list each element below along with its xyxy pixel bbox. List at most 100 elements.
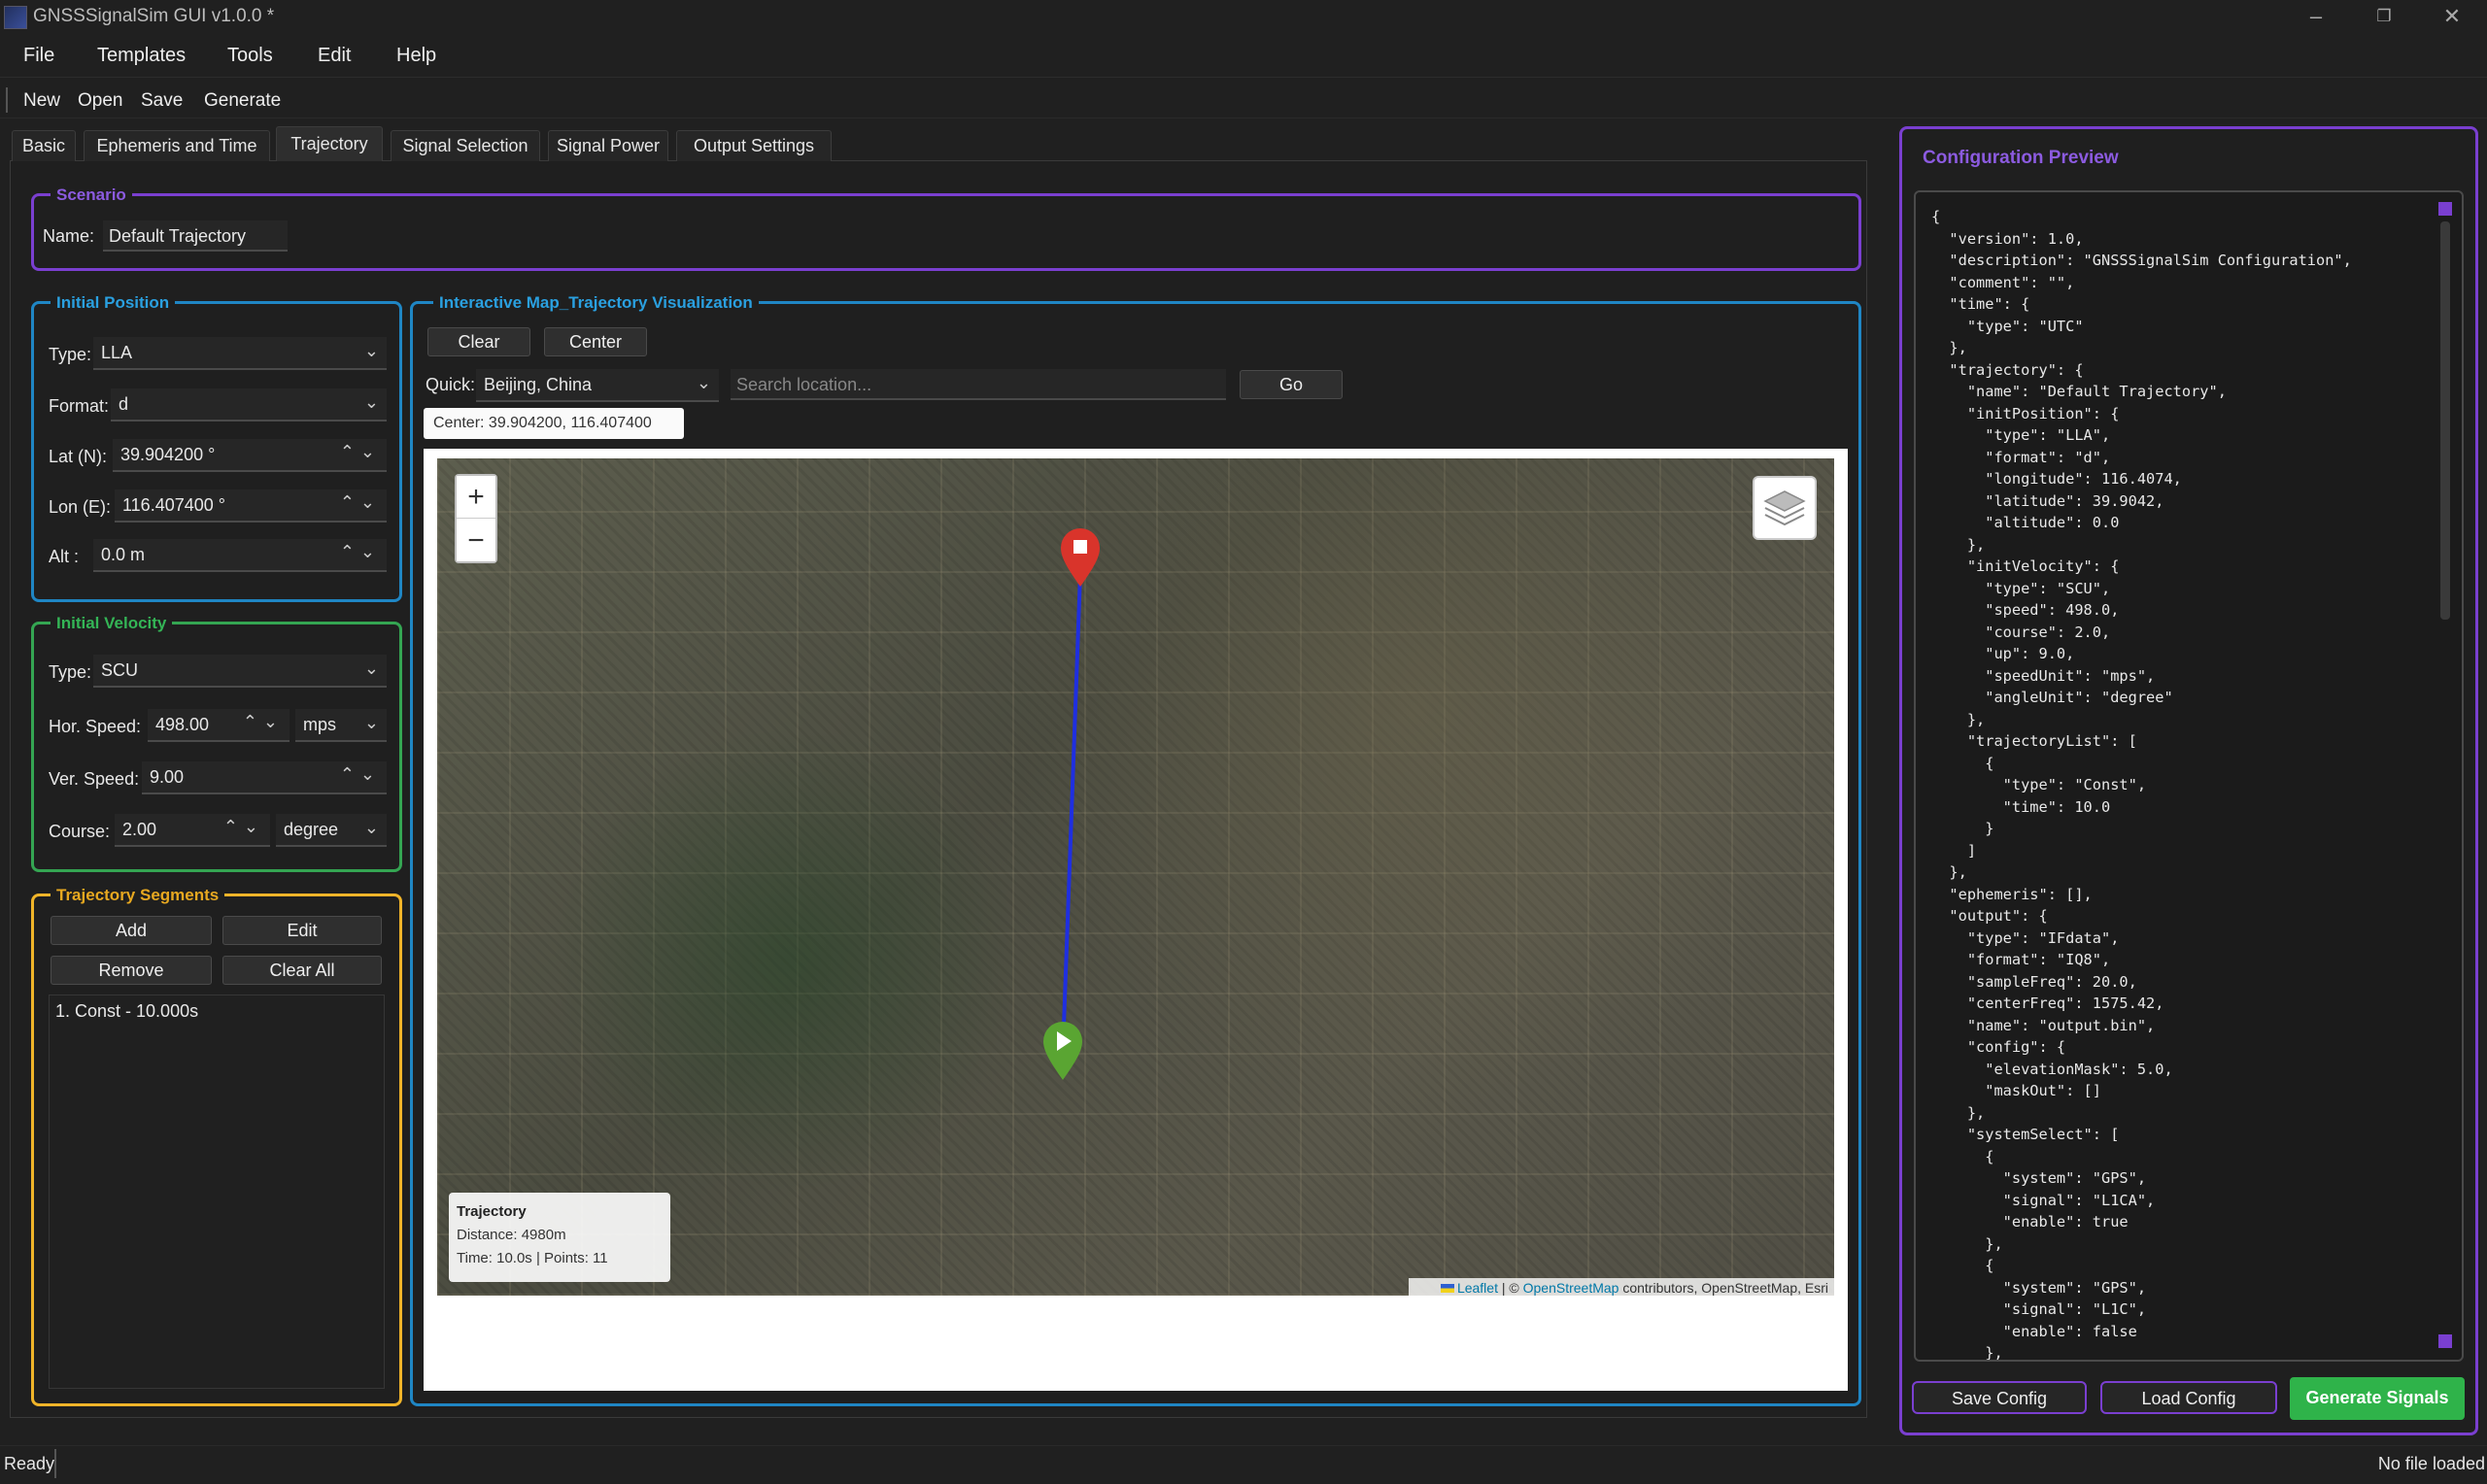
tab-ephemeris-and-time[interactable]: Ephemeris and Time <box>84 130 270 161</box>
position-format-select[interactable]: d ⌄ <box>111 388 387 422</box>
horizontal-speed-label: Hor. Speed: <box>49 717 142 736</box>
trajectory-overlay <box>1043 528 1100 1080</box>
longitude-value: 116.407400 ° <box>122 495 225 515</box>
course-spinbox[interactable]: 2.00 ⌃⌄ <box>115 814 270 847</box>
scenario-title: Scenario <box>51 186 132 205</box>
app-logo-icon <box>4 6 27 29</box>
scrollbar-thumb[interactable] <box>2440 221 2450 620</box>
speed-unit-select[interactable]: mps ⌄ <box>295 709 387 742</box>
trajectory-segments-title: Trajectory Segments <box>51 886 225 905</box>
layers-button[interactable] <box>1753 476 1817 540</box>
course-value: 2.00 <box>122 820 157 839</box>
speed-unit-value: mps <box>303 715 337 734</box>
toolbar-generate-button[interactable]: Generate <box>204 90 281 112</box>
altitude-label: Alt : <box>49 547 80 566</box>
toolbar-save-button[interactable]: Save <box>141 90 183 112</box>
latitude-value: 39.904200 ° <box>120 445 216 464</box>
start-marker-icon[interactable] <box>1043 1022 1082 1080</box>
course-label: Course: <box>49 822 111 841</box>
menu-templates[interactable]: Templates <box>97 45 186 67</box>
status-bar <box>0 1445 2487 1484</box>
map-center-button[interactable]: Center <box>544 327 647 356</box>
save-config-button[interactable]: Save Config <box>1912 1381 2087 1414</box>
restore-icon[interactable]: ❐ <box>2355 2 2413 33</box>
longitude-spinbox[interactable]: 116.407400 ° ⌃⌄ <box>115 489 387 523</box>
latitude-label: Lat (N): <box>49 447 108 466</box>
latitude-spinbox[interactable]: 39.904200 ° ⌃⌄ <box>113 439 387 472</box>
scenario-name-input[interactable]: Default Trajectory <box>103 220 288 252</box>
trajectory-route-line <box>1061 572 1082 1054</box>
toolbar <box>0 82 2487 118</box>
segment-list[interactable]: 1. Const - 10.000s <box>49 995 385 1389</box>
json-scrollbar[interactable] <box>2436 200 2454 1350</box>
position-type-select[interactable]: LLA ⌄ <box>93 337 387 370</box>
title-bar <box>0 0 2487 35</box>
horizontal-speed-spinbox[interactable]: 498.00 ⌃⌄ <box>148 709 290 742</box>
vertical-speed-spinbox[interactable]: 9.00 ⌃⌄ <box>142 761 387 794</box>
clear-all-segments-button[interactable]: Clear All <box>222 956 382 985</box>
legend-title: Trajectory <box>457 1203 527 1220</box>
configuration-preview-title: Configuration Preview <box>1923 148 2119 168</box>
configuration-json-view[interactable]: { "version": 1.0, "description": "GNSSSi… <box>1914 190 2464 1362</box>
window-title: GNSSSignalSim GUI v1.0.0 * <box>33 6 275 26</box>
tab-signal-power[interactable]: Signal Power <box>548 130 668 161</box>
velocity-type-label: Type: <box>49 662 92 682</box>
menu-help[interactable]: Help <box>396 45 436 67</box>
scroll-down-icon[interactable] <box>2438 1334 2452 1348</box>
attribution-separator: | © <box>1497 1280 1523 1296</box>
list-item[interactable]: 1. Const - 10.000s <box>50 995 384 1028</box>
remove-segment-button[interactable]: Remove <box>51 956 212 985</box>
trajectory-legend: Trajectory Distance: 4980m Time: 10.0s |… <box>449 1193 670 1282</box>
map-center-readout: Center: 39.904200, 116.407400 <box>424 408 684 439</box>
status-divider <box>54 1449 56 1478</box>
tab-trajectory[interactable]: Trajectory <box>276 126 383 161</box>
altitude-spinbox[interactable]: 0.0 m ⌃⌄ <box>93 539 387 572</box>
scenario-name-label: Name: <box>43 226 95 246</box>
minimize-icon[interactable]: – <box>2287 2 2345 33</box>
edit-segment-button[interactable]: Edit <box>222 916 382 945</box>
tab-signal-selection[interactable]: Signal Selection <box>391 130 540 161</box>
spin-arrows-icon[interactable]: ⌃⌄ <box>340 542 381 562</box>
file-status-text: No file loaded <box>2377 1454 2485 1473</box>
scenario-group <box>31 193 1861 271</box>
quick-location-select[interactable]: Beijing, China ⌄ <box>476 369 719 402</box>
tab-output-settings[interactable]: Output Settings <box>676 130 832 161</box>
menu-tools[interactable]: Tools <box>227 45 273 67</box>
spin-arrows-icon[interactable]: ⌃⌄ <box>340 442 381 462</box>
add-segment-button[interactable]: Add <box>51 916 212 945</box>
load-config-button[interactable]: Load Config <box>2100 1381 2277 1414</box>
generate-signals-button[interactable]: Generate Signals <box>2290 1377 2465 1420</box>
openstreetmap-link[interactable]: OpenStreetMap <box>1523 1280 1619 1296</box>
toolbar-open-button[interactable]: Open <box>78 90 122 112</box>
spin-arrows-icon[interactable]: ⌃⌄ <box>340 764 381 785</box>
angle-unit-select[interactable]: degree ⌄ <box>276 814 387 847</box>
tab-basic[interactable]: Basic <box>12 130 76 161</box>
toolbar-grip <box>6 87 8 113</box>
velocity-type-value: SCU <box>101 660 139 680</box>
spin-arrows-icon[interactable]: ⌃⌄ <box>243 712 284 732</box>
scroll-up-icon[interactable] <box>2438 202 2452 216</box>
horizontal-speed-value: 498.00 <box>155 715 210 734</box>
zoom-in-button[interactable]: + <box>457 476 495 519</box>
spin-arrows-icon[interactable]: ⌃⌄ <box>340 492 381 513</box>
menu-edit[interactable]: Edit <box>318 45 351 67</box>
search-location-input[interactable]: Search location... <box>731 369 1226 400</box>
attribution-text: contributors, OpenStreetMap, Esri <box>1618 1280 1828 1296</box>
map-clear-button[interactable]: Clear <box>427 327 530 356</box>
spin-arrows-icon[interactable]: ⌃⌄ <box>223 817 264 837</box>
toolbar-new-button[interactable]: New <box>23 90 60 112</box>
close-icon[interactable]: ✕ <box>2423 2 2481 33</box>
zoom-out-button[interactable]: − <box>457 520 495 561</box>
menu-bar <box>0 39 2487 78</box>
position-format-value: d <box>119 394 129 414</box>
longitude-label: Lon (E): <box>49 497 112 517</box>
menu-file[interactable]: File <box>23 45 54 67</box>
go-button[interactable]: Go <box>1240 370 1343 399</box>
vertical-speed-value: 9.00 <box>150 767 185 787</box>
velocity-type-select[interactable]: SCU ⌄ <box>93 655 387 688</box>
chevron-down-icon: ⌄ <box>696 373 711 392</box>
end-marker-icon[interactable] <box>1061 528 1100 587</box>
initial-position-title: Initial Position <box>51 293 176 313</box>
leaflet-link[interactable]: Leaflet <box>1457 1280 1498 1296</box>
satellite-map[interactable] <box>437 458 1834 1296</box>
